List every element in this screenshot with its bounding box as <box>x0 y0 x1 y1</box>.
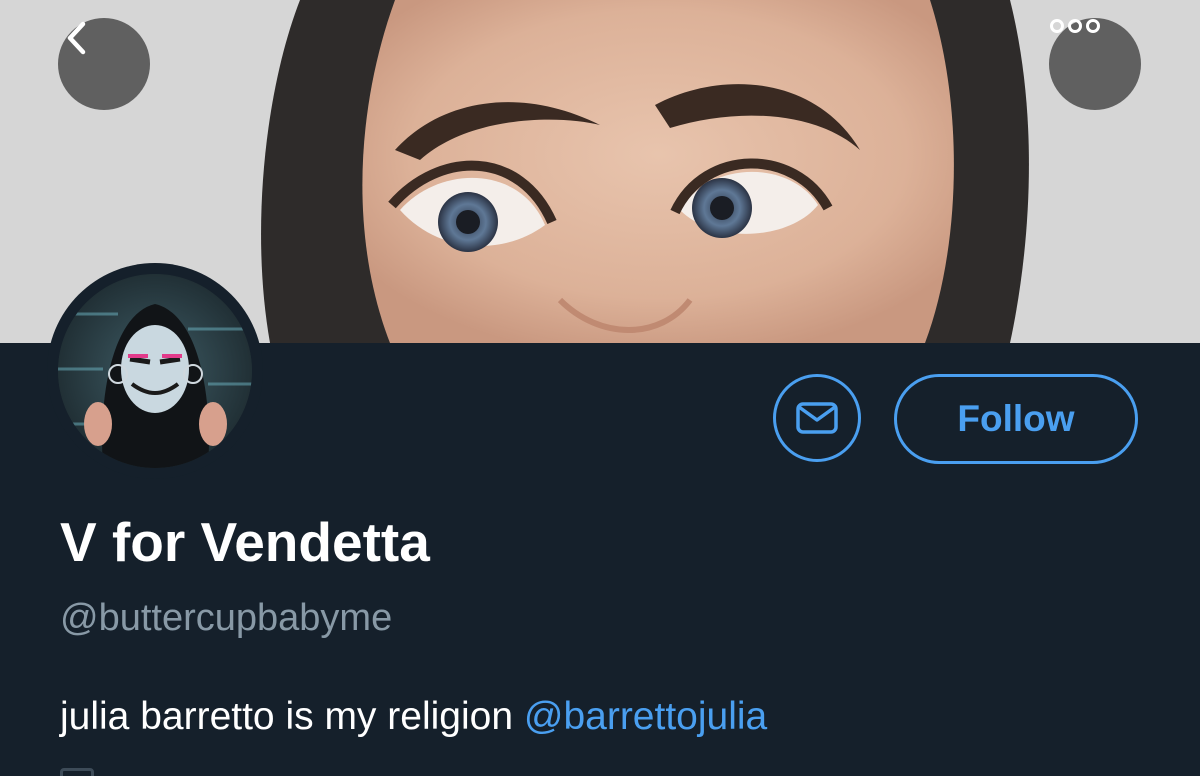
calendar-icon <box>60 768 94 776</box>
chevron-left-icon <box>67 21 86 55</box>
more-options-button[interactable] <box>1049 18 1141 110</box>
follow-button[interactable]: Follow <box>894 374 1138 464</box>
username-handle: @buttercupbabyme <box>60 597 393 639</box>
more-horizontal-icon <box>1050 19 1100 33</box>
profile-screen: Follow V for Vendetta @buttercupbabyme j… <box>0 0 1200 776</box>
back-button[interactable] <box>58 18 150 110</box>
avatar-image <box>58 274 252 468</box>
display-name: V for Vendetta <box>60 511 430 573</box>
bio: julia barretto is my religion @barrettoj… <box>60 694 767 740</box>
envelope-icon <box>796 402 838 434</box>
bio-mention-link[interactable]: @barrettojulia <box>524 695 767 738</box>
message-button[interactable] <box>773 374 861 462</box>
bio-text: julia barretto is my religion <box>60 695 524 738</box>
avatar[interactable] <box>58 274 252 468</box>
